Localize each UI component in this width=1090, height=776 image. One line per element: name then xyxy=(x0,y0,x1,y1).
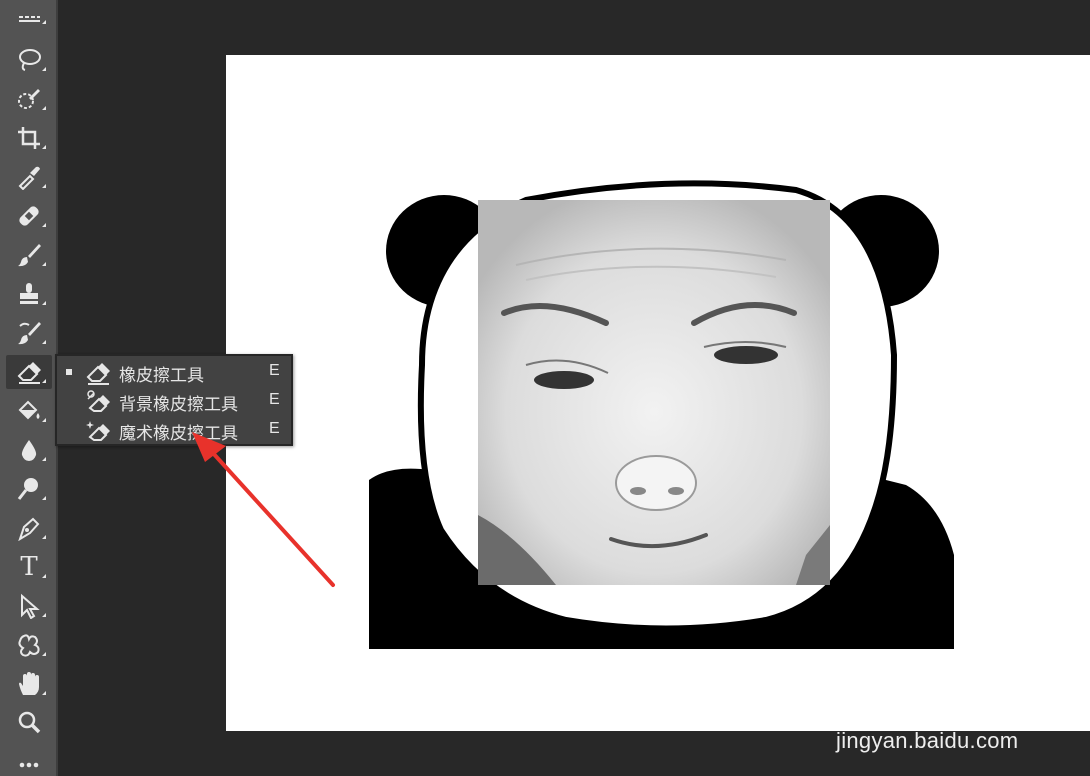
menu-item-shortcut: E xyxy=(269,420,280,437)
more-tools[interactable] xyxy=(6,746,52,776)
menu-item-label: 魔术橡皮擦工具 xyxy=(119,424,238,444)
face-photo xyxy=(478,200,830,585)
paint-bucket-tool[interactable] xyxy=(6,394,52,428)
eraser-tools-flyout-menu: 橡皮擦工具 E 背景橡皮擦工具 E 魔术橡皮擦工具 E xyxy=(55,354,293,446)
custom-shape-tool[interactable] xyxy=(6,628,52,662)
zoom-tool[interactable] xyxy=(6,706,52,740)
crop-tool-icon xyxy=(18,127,40,149)
selected-bullet-icon xyxy=(66,369,72,375)
submenu-indicator xyxy=(42,535,46,539)
submenu-indicator xyxy=(42,20,46,24)
submenu-indicator xyxy=(42,652,46,656)
clone-stamp-tool-icon xyxy=(20,283,38,304)
submenu-indicator xyxy=(42,418,46,422)
quick-selection-tool-icon xyxy=(18,89,40,109)
brush-tool[interactable] xyxy=(6,238,52,272)
quick-selection-tool[interactable] xyxy=(6,82,52,116)
menu-item-magic-eraser-tool[interactable]: 魔术橡皮擦工具 E xyxy=(57,416,291,445)
menu-item-shortcut: E xyxy=(269,362,280,379)
eraser-tool-icon xyxy=(17,362,41,384)
healing-brush-tool[interactable] xyxy=(6,199,52,233)
eraser-tool[interactable] xyxy=(6,355,52,389)
dodge-tool-icon xyxy=(17,478,38,500)
tools-panel: T xyxy=(0,0,58,776)
submenu-indicator xyxy=(42,106,46,110)
menu-item-label: 背景橡皮擦工具 xyxy=(119,395,238,415)
zoom-tool-icon xyxy=(18,711,41,734)
hand-tool[interactable] xyxy=(6,667,52,701)
brush-tool-icon xyxy=(18,244,41,267)
dodge-tool[interactable] xyxy=(6,472,52,506)
submenu-indicator xyxy=(42,340,46,344)
pen-tool[interactable] xyxy=(6,511,52,545)
paint-bucket-tool-icon xyxy=(18,400,40,420)
blur-tool-icon xyxy=(21,440,37,461)
magic-eraser-icon xyxy=(86,421,110,441)
watermark-brand-cn: 经验 xyxy=(962,686,1034,727)
photoshop-window: T 橡皮擦工具 E 背景橡皮擦工具 E 魔术橡皮擦工具 E Bai du 经验 … xyxy=(0,0,1090,776)
healing-brush-tool-icon xyxy=(19,206,39,226)
submenu-indicator xyxy=(42,457,46,461)
panda-meme-image xyxy=(369,180,954,649)
path-selection-tool[interactable] xyxy=(6,589,52,623)
submenu-indicator xyxy=(42,613,46,617)
watermark-url: jingyan.baidu.com xyxy=(836,728,1019,753)
submenu-indicator xyxy=(42,262,46,266)
path-selection-tool-icon xyxy=(21,593,40,619)
type-tool-icon: T xyxy=(20,552,38,582)
custom-shape-tool-icon xyxy=(18,634,40,657)
lasso-tool-icon xyxy=(19,49,41,71)
watermark-brand-left: Bai xyxy=(834,677,902,726)
crop-tool[interactable] xyxy=(6,121,52,155)
menu-item-background-eraser-tool[interactable]: 背景橡皮擦工具 E xyxy=(57,387,291,416)
submenu-indicator xyxy=(42,67,46,71)
submenu-indicator xyxy=(42,145,46,149)
pen-tool-icon xyxy=(18,517,40,541)
eyedropper-tool[interactable] xyxy=(6,160,52,194)
submenu-indicator xyxy=(42,496,46,500)
blur-tool[interactable] xyxy=(6,433,52,467)
move-tool-icon xyxy=(19,16,40,22)
move-tool[interactable] xyxy=(6,4,52,30)
clone-stamp-tool[interactable] xyxy=(6,277,52,311)
more-tools-icon xyxy=(19,762,39,768)
background-eraser-icon xyxy=(87,390,110,412)
eyedropper-tool-icon xyxy=(18,166,40,190)
hand-tool-icon xyxy=(19,672,39,695)
history-brush-tool[interactable] xyxy=(6,316,52,350)
history-brush-tool-icon xyxy=(18,322,41,345)
eraser-icon xyxy=(86,363,110,385)
type-tool[interactable]: T xyxy=(6,550,52,584)
document-canvas[interactable] xyxy=(226,55,1090,731)
submenu-indicator xyxy=(42,223,46,227)
submenu-indicator xyxy=(42,379,46,383)
submenu-indicator xyxy=(42,301,46,305)
menu-item-label: 橡皮擦工具 xyxy=(119,366,204,386)
menu-item-shortcut: E xyxy=(269,391,280,408)
submenu-indicator xyxy=(42,184,46,188)
lasso-tool[interactable] xyxy=(6,43,52,77)
submenu-indicator xyxy=(42,691,46,695)
watermark-brand-mid: du xyxy=(918,690,955,723)
submenu-indicator xyxy=(42,574,46,578)
menu-item-eraser-tool[interactable]: 橡皮擦工具 E xyxy=(57,358,291,387)
